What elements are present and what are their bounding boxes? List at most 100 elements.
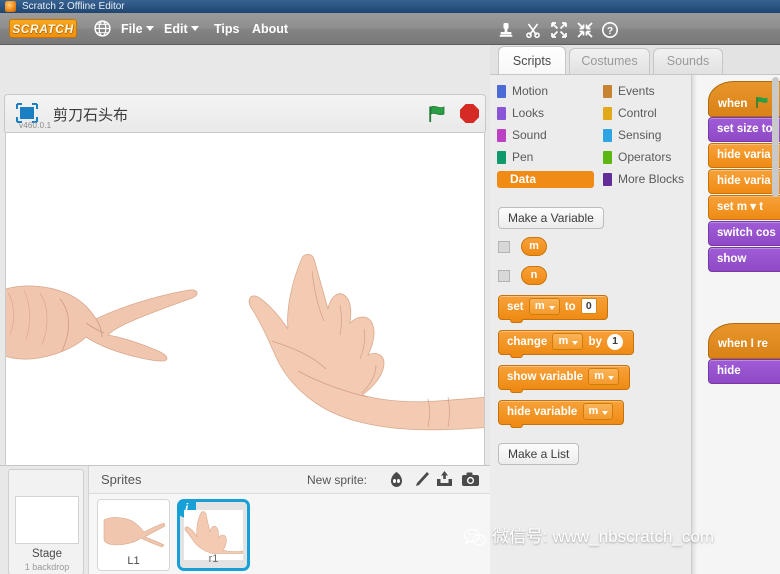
scissors-cut-icon[interactable] (525, 22, 541, 39)
category-pen[interactable]: Pen (497, 149, 533, 166)
sprite-name-l1: L1 (127, 555, 140, 567)
chevron-down-icon (190, 26, 199, 31)
block-change-by-keyword: by (588, 336, 602, 348)
scripts-canvas-edge (692, 75, 697, 574)
scripts-vertical-scrollbar[interactable] (772, 77, 779, 197)
menu-about[interactable]: About (252, 21, 288, 38)
category-sound-label: Sound (512, 128, 547, 142)
category-motion[interactable]: Motion (497, 83, 548, 100)
block-show-variable-value: m (594, 370, 605, 382)
sprite-item-r1[interactable]: i r1 (177, 499, 250, 571)
menu-edit-label: Edit (164, 22, 188, 36)
category-more-blocks[interactable]: More Blocks (603, 171, 684, 188)
script-block-when-flag-clicked[interactable]: when (708, 81, 780, 117)
category-events[interactable]: Events (603, 83, 655, 100)
block-hide-variable[interactable]: hide variable m (498, 400, 625, 428)
globe-icon[interactable] (94, 20, 111, 37)
project-version: v460.0.1 (19, 121, 52, 130)
variable-reporter-m[interactable]: m (521, 237, 547, 256)
block-nub (510, 319, 523, 323)
category-more-blocks-label: More Blocks (618, 172, 685, 186)
shrink-icon[interactable] (577, 22, 593, 38)
sprite-thumbnail-l1 (102, 504, 165, 554)
menu-file[interactable]: File (121, 21, 154, 38)
block-hide-variable-dropdown[interactable]: m (582, 403, 614, 420)
block-show-variable[interactable]: show variable m (498, 365, 631, 393)
block-set-value-input[interactable]: 0 (580, 298, 597, 314)
block-nub (510, 424, 523, 428)
stop-sign-icon[interactable] (460, 104, 479, 123)
sprite-item-l1[interactable]: L1 (97, 499, 170, 571)
stage-canvas[interactable] (5, 132, 485, 492)
category-data-label: Data (510, 172, 537, 186)
block-nub (510, 389, 523, 393)
block-change-amount-input[interactable]: 1 (607, 334, 623, 350)
sensing-swatch-icon (603, 129, 612, 142)
svg-text:?: ? (607, 26, 613, 37)
scratch-logo[interactable]: SCRATCH (9, 19, 77, 38)
chevron-down-icon (145, 26, 154, 31)
script-block-show[interactable]: show (708, 247, 780, 272)
when-i-receive-label: when I re (718, 338, 768, 350)
category-control-label: Control (618, 106, 657, 120)
category-data[interactable]: Data (497, 171, 594, 188)
chevron-down-icon (602, 411, 609, 415)
paint-new-sprite-icon[interactable] (412, 470, 431, 489)
editor-pane: Scripts Costumes Sounds Motion Looks Sou… (490, 45, 780, 574)
script-block-set-size-to[interactable]: set size to (708, 117, 780, 142)
camera-sprite-icon[interactable] (461, 470, 480, 489)
grow-icon[interactable] (551, 22, 567, 38)
block-set-variable-dropdown[interactable]: m (528, 298, 560, 315)
variable-checkbox-n[interactable] (498, 270, 510, 282)
project-title[interactable]: 剪刀石头布 (53, 104, 128, 125)
more-blocks-swatch-icon (603, 173, 612, 186)
block-change-keyword: change (507, 336, 548, 348)
choose-sprite-from-library-icon[interactable] (387, 470, 406, 489)
script-block-set-variable[interactable]: set m ▾ t (708, 195, 780, 220)
stage-selector[interactable]: Stage 1 backdrop (8, 469, 84, 574)
upload-sprite-icon[interactable] (435, 470, 454, 489)
block-set-variable[interactable]: set m to 0 (498, 295, 608, 323)
variable-checkbox-m[interactable] (498, 241, 510, 253)
help-icon[interactable]: ? (602, 22, 618, 38)
variable-reporter-n[interactable]: n (521, 266, 547, 285)
script-block-hide-variable-1[interactable]: hide varia (708, 143, 780, 168)
duplicate-stamp-icon[interactable] (498, 22, 514, 38)
block-hide-variable-value: m (588, 405, 599, 417)
category-looks-label: Looks (512, 106, 545, 120)
looks-swatch-icon (497, 107, 506, 120)
script-block-hide-variable-2[interactable]: hide varia (708, 169, 780, 194)
make-a-variable-button[interactable]: Make a Variable (498, 207, 604, 229)
chevron-down-icon (548, 306, 555, 310)
category-looks[interactable]: Looks (497, 105, 544, 122)
tab-costumes[interactable]: Costumes (569, 48, 650, 75)
block-show-variable-dropdown[interactable]: m (588, 368, 620, 385)
category-operators[interactable]: Operators (603, 149, 671, 166)
tab-sounds[interactable]: Sounds (653, 48, 723, 75)
block-show-variable-keyword: show variable (507, 371, 584, 383)
block-set-keyword: set (507, 301, 524, 313)
new-sprite-label: New sprite: (307, 473, 368, 487)
sprite-pane: Stage 1 backdrop Sprites New sprite: L1 … (0, 465, 491, 574)
scripts-canvas[interactable]: when set size to hide varia hide varia s… (692, 74, 780, 574)
script-block-when-i-receive[interactable]: when I re (708, 323, 780, 359)
sprite-r1-on-stage[interactable] (242, 251, 484, 431)
category-pen-label: Pen (512, 150, 534, 164)
sprite-l1-on-stage[interactable] (6, 273, 205, 393)
script-block-hide[interactable]: hide (708, 359, 780, 384)
make-a-list-button[interactable]: Make a List (498, 443, 580, 465)
menu-edit[interactable]: Edit (164, 21, 199, 38)
chevron-down-icon (572, 341, 579, 345)
green-flag-icon[interactable] (427, 104, 447, 124)
block-change-variable-dropdown[interactable]: m (552, 333, 584, 350)
category-sound[interactable]: Sound (497, 127, 547, 144)
category-sensing[interactable]: Sensing (603, 127, 661, 144)
block-set-to-keyword: to (564, 301, 576, 313)
block-nub (510, 354, 523, 358)
category-control[interactable]: Control (603, 105, 657, 122)
script-block-switch-costume[interactable]: switch cos (708, 221, 780, 246)
menu-tips[interactable]: Tips (214, 21, 239, 38)
block-change-variable[interactable]: change m by 1 (498, 330, 634, 358)
control-swatch-icon (603, 107, 612, 120)
tab-scripts[interactable]: Scripts (498, 46, 566, 75)
